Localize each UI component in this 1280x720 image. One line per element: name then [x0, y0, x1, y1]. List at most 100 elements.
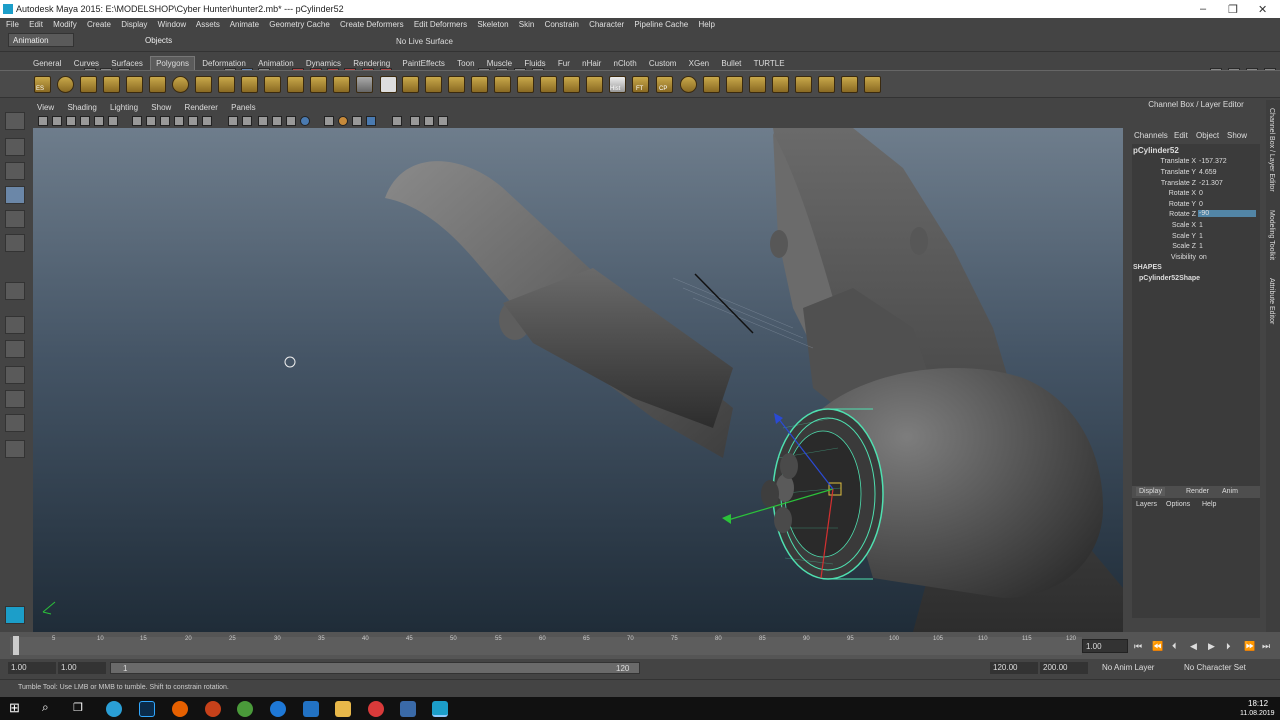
layer-list[interactable] [1132, 528, 1260, 618]
bevel-icon[interactable] [540, 76, 557, 93]
menu-edit-deformers[interactable]: Edit Deformers [414, 20, 467, 29]
scale-tool-icon[interactable] [5, 234, 25, 252]
viewport-menu-view[interactable]: View [37, 103, 54, 112]
step-forward-frame-icon[interactable]: ⏵ [1226, 641, 1231, 652]
lasso-tool-icon[interactable] [5, 138, 25, 156]
poly-tool-2-icon[interactable] [726, 76, 743, 93]
layout-hypershade-icon[interactable] [5, 414, 25, 432]
extrude-icon[interactable] [425, 76, 442, 93]
poly-pyramid-icon[interactable] [218, 76, 235, 93]
grid-toggle-icon[interactable] [94, 116, 104, 126]
bookmarks-icon[interactable] [66, 116, 76, 126]
cb-menu-edit[interactable]: Edit [1174, 131, 1188, 140]
attr-rotate-x-value[interactable]: 0 [1199, 190, 1203, 197]
maya-home-icon[interactable] [5, 606, 25, 624]
chrome-icon[interactable] [237, 701, 253, 717]
layer-menu-help[interactable]: Help [1202, 501, 1216, 508]
step-back-key-icon[interactable]: ⏪ [1152, 641, 1163, 652]
search-icon[interactable]: ⌕ [42, 700, 49, 715]
poly-plane-icon[interactable] [149, 76, 166, 93]
poly-cylinder-icon[interactable] [103, 76, 120, 93]
character-set-dropdown[interactable]: No Character Set [1184, 663, 1246, 672]
shelf-tab-toon[interactable]: Toon [452, 57, 479, 70]
go-to-end-icon[interactable]: ⏭ [1262, 641, 1270, 652]
menu-skin[interactable]: Skin [519, 20, 535, 29]
layout-single-icon[interactable] [5, 316, 25, 334]
play-forward-icon[interactable]: ▶ [1208, 641, 1215, 652]
shelf-tab-curves[interactable]: Curves [69, 57, 104, 70]
time-slider-track[interactable] [10, 637, 1082, 655]
shelf-tab-fluids[interactable]: Fluids [519, 57, 550, 70]
side-tab-channel-box[interactable]: Channel Box / Layer Editor [1268, 108, 1275, 192]
shelf-tab-polygons[interactable]: Polygons [150, 56, 196, 70]
shelf-tab-custom[interactable]: Custom [644, 57, 682, 70]
poly-tool-1-icon[interactable] [703, 76, 720, 93]
shelf-tab-bullet[interactable]: Bullet [716, 57, 746, 70]
attr-rotate-z-value[interactable]: -90 [1198, 210, 1256, 217]
motion-blur-icon[interactable] [324, 116, 334, 126]
telegram-icon[interactable] [106, 701, 122, 717]
shelf-tab-turtle[interactable]: TURTLE [749, 57, 790, 70]
viewport-menu-show[interactable]: Show [151, 103, 171, 112]
photoshop-icon[interactable] [139, 701, 155, 717]
attr-rotate-y-value[interactable]: 0 [1199, 201, 1203, 208]
maya-taskbar-icon[interactable] [432, 701, 448, 717]
windows-start-icon[interactable]: ⊞ [9, 700, 20, 716]
layer-tab-anim[interactable]: Anim [1222, 488, 1238, 495]
menu-display[interactable]: Display [121, 20, 147, 29]
layout-outliner-icon[interactable] [5, 366, 25, 384]
image-plane-icon[interactable] [80, 116, 90, 126]
blender-icon[interactable] [205, 701, 221, 717]
shelf-tab-animation[interactable]: Animation [253, 57, 299, 70]
attr-scale-y-value[interactable]: 1 [1199, 233, 1203, 240]
split-icon[interactable] [563, 76, 580, 93]
poly-tool-5-icon[interactable] [795, 76, 812, 93]
anti-aliasing-icon[interactable] [338, 116, 348, 126]
wireframe-on-shaded-icon[interactable] [160, 116, 170, 126]
shelf-tab-ncloth[interactable]: nCloth [609, 57, 642, 70]
panel-layout-icon[interactable] [410, 116, 420, 126]
xray-icon[interactable] [242, 116, 252, 126]
attr-scale-z-value[interactable]: 1 [1199, 243, 1203, 250]
attr-translate-y-value[interactable]: 4.659 [1199, 169, 1217, 176]
shelf-tab-deformation[interactable]: Deformation [197, 57, 251, 70]
shape-node-name[interactable]: pCylinder52Shape [1139, 275, 1200, 282]
file-explorer-icon[interactable] [335, 701, 351, 717]
menu-create[interactable]: Create [87, 20, 111, 29]
attr-visibility-value[interactable]: on [1199, 254, 1207, 261]
image-viewer-icon[interactable] [400, 701, 416, 717]
rotate-tool-icon[interactable] [5, 210, 25, 228]
merge-icon[interactable] [517, 76, 534, 93]
poly-cone-icon[interactable] [126, 76, 143, 93]
playback-start-field[interactable]: 1.00 [58, 662, 106, 674]
cb-menu-channels[interactable]: Channels [1134, 131, 1168, 140]
shelf-tab-dynamics[interactable]: Dynamics [301, 57, 346, 70]
checker-icon[interactable] [380, 76, 397, 93]
end-time-field[interactable]: 200.00 [1040, 662, 1088, 674]
insert-edge-loop-icon[interactable] [586, 76, 603, 93]
menu-set-dropdown[interactable]: Animation [8, 33, 74, 47]
menu-modify[interactable]: Modify [53, 20, 77, 29]
wireframe-icon[interactable] [132, 116, 142, 126]
start-time-field[interactable]: 1.00 [8, 662, 56, 674]
poly-tool-6-icon[interactable] [818, 76, 835, 93]
viewport-menu-lighting[interactable]: Lighting [110, 103, 138, 112]
menu-pipeline-cache[interactable]: Pipeline Cache [634, 20, 688, 29]
layout-graph-icon[interactable] [5, 390, 25, 408]
shelf-tab-muscle[interactable]: Muscle [482, 57, 517, 70]
viewport-menu-renderer[interactable]: Renderer [185, 103, 218, 112]
poly-soccer-ball-icon[interactable] [287, 76, 304, 93]
layout-custom-icon[interactable] [5, 440, 25, 458]
layer-menu-layers[interactable]: Layers [1136, 501, 1157, 508]
gamma-icon[interactable] [366, 116, 376, 126]
viewport-menu-panels[interactable]: Panels [231, 103, 255, 112]
play-back-icon[interactable]: ◀ [1190, 641, 1197, 652]
append-icon[interactable] [471, 76, 488, 93]
menu-window[interactable]: Window [158, 20, 186, 29]
side-tab-attribute-editor[interactable]: Attribute Editor [1268, 278, 1275, 324]
poly-tool-4-icon[interactable] [772, 76, 789, 93]
film-gate-icon[interactable] [108, 116, 118, 126]
menu-geometry-cache[interactable]: Geometry Cache [269, 20, 329, 29]
combine-icon[interactable] [310, 76, 327, 93]
attr-scale-x-value[interactable]: 1 [1199, 222, 1203, 229]
